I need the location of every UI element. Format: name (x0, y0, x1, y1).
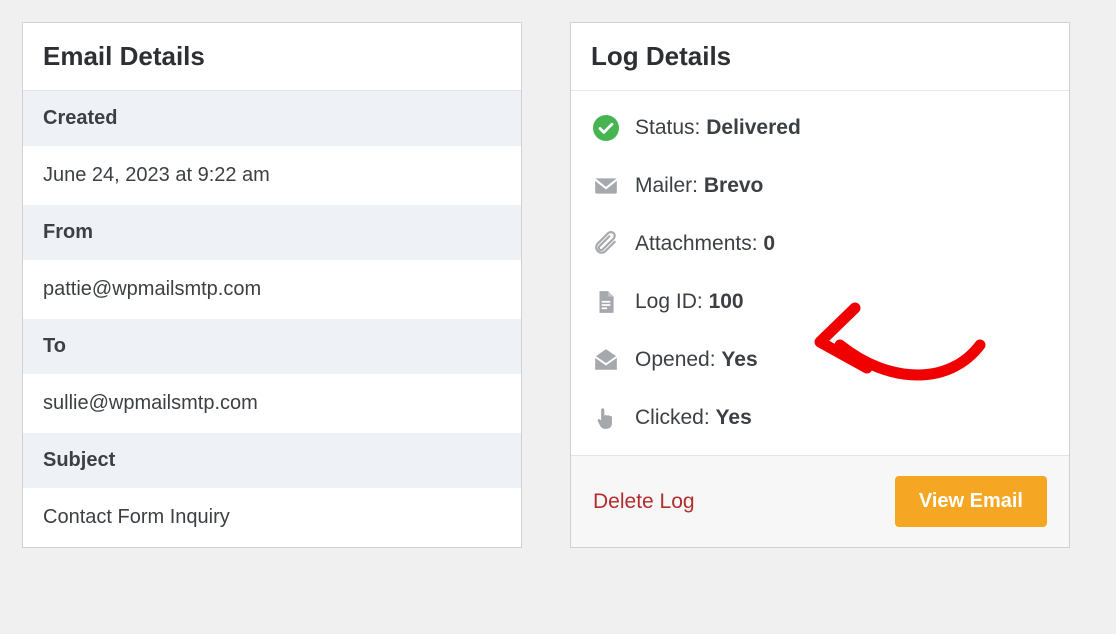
status-label: Status: (635, 116, 700, 139)
from-value: pattie@wpmailsmtp.com (23, 260, 521, 319)
clicked-value: Yes (716, 406, 752, 429)
created-label: Created (23, 91, 521, 146)
to-value: sullie@wpmailsmtp.com (23, 374, 521, 433)
check-circle-icon (593, 115, 619, 141)
opened-label: Opened: (635, 348, 716, 371)
attachments-row: Attachments: 0 (571, 215, 1069, 273)
mailer-label: Mailer: (635, 174, 698, 197)
document-icon (593, 289, 619, 315)
log-details-footer: Delete Log View Email (571, 455, 1069, 547)
log-details-title: Log Details (571, 23, 1069, 91)
status-row: Status: Delivered (571, 99, 1069, 157)
mailer-value: Brevo (704, 174, 764, 197)
mailer-row: Mailer: Brevo (571, 157, 1069, 215)
opened-row: Opened: Yes (571, 331, 1069, 389)
status-text: Status: Delivered (635, 116, 801, 140)
log-id-row: Log ID: 100 (571, 273, 1069, 331)
opened-value: Yes (721, 348, 757, 371)
from-label: From (23, 205, 521, 260)
opened-text: Opened: Yes (635, 348, 758, 372)
log-details-body: Status: Delivered Mailer: Brevo (571, 91, 1069, 455)
clicked-text: Clicked: Yes (635, 406, 752, 430)
log-details-panel: Log Details Status: Delivered (570, 22, 1070, 548)
email-details-panel: Email Details Created June 24, 2023 at 9… (22, 22, 522, 548)
attachments-value: 0 (763, 232, 775, 255)
log-id-text: Log ID: 100 (635, 290, 744, 314)
to-label: To (23, 319, 521, 374)
open-envelope-icon (593, 347, 619, 373)
clicked-label: Clicked: (635, 406, 710, 429)
mailer-text: Mailer: Brevo (635, 174, 763, 198)
created-value: June 24, 2023 at 9:22 am (23, 146, 521, 205)
paperclip-icon (593, 231, 619, 257)
subject-label: Subject (23, 433, 521, 488)
status-value: Delivered (706, 116, 801, 139)
log-id-value: 100 (709, 290, 744, 313)
pointer-icon (593, 405, 619, 431)
subject-value: Contact Form Inquiry (23, 488, 521, 547)
log-id-label: Log ID: (635, 290, 703, 313)
email-details-title: Email Details (23, 23, 521, 91)
attachments-label: Attachments: (635, 232, 758, 255)
attachments-text: Attachments: 0 (635, 232, 775, 256)
view-email-button[interactable]: View Email (895, 476, 1047, 527)
clicked-row: Clicked: Yes (571, 389, 1069, 447)
delete-log-link[interactable]: Delete Log (593, 490, 695, 514)
envelope-icon (593, 173, 619, 199)
